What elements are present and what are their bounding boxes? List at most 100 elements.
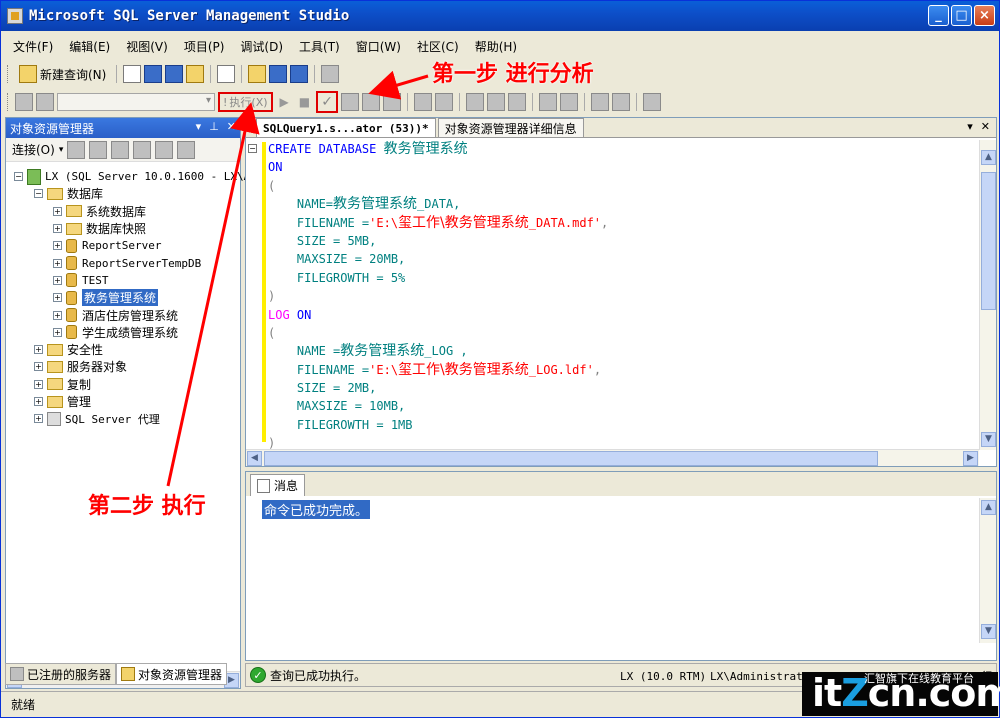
menu-project[interactable]: 项目(P)	[176, 38, 233, 55]
tab-sqlquery1[interactable]: SQLQuery1.s...ator (53))*	[256, 118, 436, 137]
uncomment-icon[interactable]	[560, 93, 579, 111]
expand-icon[interactable]: +	[34, 414, 43, 424]
tree-node-security[interactable]: + 安全性	[6, 341, 240, 358]
comment-icon[interactable]	[539, 93, 558, 111]
tree-node-system-databases[interactable]: + 系统数据库	[6, 203, 240, 220]
analysis-query-icon[interactable]	[165, 65, 184, 83]
tree-node-reportservertempdb[interactable]: + ReportServerTempDB	[6, 254, 240, 271]
tree-node-database-snapshots[interactable]: + 数据库快照	[6, 220, 240, 237]
collapse-icon[interactable]: −	[34, 189, 43, 199]
estimated-plan-icon[interactable]	[341, 93, 360, 111]
message-text[interactable]: 命令已成功完成。	[262, 500, 371, 519]
results-to-text-icon[interactable]	[466, 93, 485, 111]
scroll-down-icon[interactable]: ▼	[981, 432, 996, 447]
new-file-icon[interactable]	[123, 65, 142, 83]
tab-messages[interactable]: 消息	[250, 474, 306, 496]
expand-icon[interactable]: +	[53, 258, 62, 268]
collapse-icon[interactable]: −	[14, 172, 23, 182]
panel-dropdown-icon[interactable]: ▾	[196, 120, 202, 133]
scroll-down-icon[interactable]: ▼	[981, 624, 996, 639]
tab-registered-servers[interactable]: 已注册的服务器	[5, 663, 117, 685]
chevron-down-icon[interactable]: ▾	[59, 145, 64, 155]
database-selector[interactable]	[57, 93, 215, 111]
specify-values-icon[interactable]	[643, 93, 662, 111]
tree-node-test[interactable]: + TEST	[6, 272, 240, 289]
tab-object-explorer-details[interactable]: 对象资源管理器详细信息	[437, 118, 584, 137]
scroll-right-icon[interactable]: ▶	[963, 451, 978, 466]
tree-node-reportserver[interactable]: + ReportServer	[6, 237, 240, 254]
menu-debug[interactable]: 调试(D)	[232, 38, 291, 55]
results-to-grid-icon[interactable]	[487, 93, 506, 111]
decrease-indent-icon[interactable]	[591, 93, 610, 111]
expand-icon[interactable]: +	[53, 206, 62, 216]
change-connection-icon[interactable]	[36, 93, 54, 111]
menu-file[interactable]: 文件(F)	[5, 38, 61, 55]
expand-icon[interactable]: +	[53, 241, 62, 251]
debug-icon[interactable]: ▶	[276, 95, 293, 109]
save-all-icon[interactable]	[290, 65, 309, 83]
toolbar-grip[interactable]	[7, 93, 10, 111]
parse-button[interactable]: ✓	[316, 91, 339, 113]
tree-node-sql-agent[interactable]: + SQL Server 代理	[6, 410, 240, 427]
save-icon[interactable]	[269, 65, 288, 83]
open-file-icon[interactable]	[248, 65, 267, 83]
scroll-left-icon[interactable]: ◀	[247, 451, 262, 466]
summary-icon[interactable]	[177, 140, 196, 159]
scroll-up-icon[interactable]: ▲	[981, 500, 996, 515]
connect-server-icon[interactable]	[67, 140, 86, 159]
menu-edit[interactable]: 编辑(E)	[61, 38, 118, 55]
menu-help[interactable]: 帮助(H)	[467, 38, 525, 55]
scroll-thumb[interactable]	[264, 451, 878, 466]
editor-horizontal-scrollbar[interactable]: ◀ ▶	[246, 449, 979, 466]
connect-icon[interactable]	[15, 93, 33, 111]
results-to-file-icon[interactable]	[508, 93, 527, 111]
expand-icon[interactable]: +	[53, 224, 62, 234]
outline-collapse-icon[interactable]: −	[248, 144, 257, 153]
refresh-icon[interactable]	[155, 140, 174, 159]
client-stats-icon[interactable]	[435, 93, 454, 111]
filter-icon[interactable]	[133, 140, 152, 159]
scroll-up-icon[interactable]: ▲	[981, 150, 996, 165]
expand-icon[interactable]: +	[34, 397, 43, 406]
db-engine-query-icon[interactable]	[144, 65, 163, 83]
close-button[interactable]: ×	[974, 5, 995, 26]
expand-icon[interactable]: +	[53, 275, 62, 285]
intellisense-icon[interactable]	[383, 93, 402, 111]
toolbar-grip[interactable]	[7, 65, 10, 83]
menu-view[interactable]: 视图(V)	[118, 38, 176, 55]
execute-button[interactable]: ! 执行(X)	[218, 92, 273, 112]
pin-icon[interactable]: ⊥	[209, 120, 219, 133]
expand-icon[interactable]: +	[34, 362, 43, 372]
expand-icon[interactable]: +	[34, 345, 43, 355]
activity-monitor-icon[interactable]	[321, 65, 340, 83]
panel-close-icon[interactable]: ✕	[227, 120, 236, 133]
tree-node-hotel[interactable]: + 酒店住房管理系统	[6, 306, 240, 323]
include-plan-icon[interactable]	[414, 93, 433, 111]
connect-dropdown[interactable]: 连接(O)	[12, 141, 55, 158]
scroll-thumb[interactable]	[981, 172, 996, 310]
editor-vertical-scrollbar[interactable]: ▲ ▼	[979, 140, 996, 450]
tab-list-icon[interactable]: ▾	[967, 120, 973, 133]
dmx-query-icon[interactable]	[186, 65, 205, 83]
stop-icon[interactable]	[111, 140, 130, 159]
xml-query-icon[interactable]	[217, 65, 236, 83]
tree-node-databases[interactable]: − 数据库	[6, 185, 240, 202]
tree-node-management[interactable]: + 管理	[6, 393, 240, 410]
expand-icon[interactable]: +	[53, 293, 62, 303]
expand-icon[interactable]: +	[53, 310, 62, 320]
menu-window[interactable]: 窗口(W)	[348, 38, 409, 55]
query-designer-icon[interactable]	[362, 93, 381, 111]
expand-icon[interactable]: +	[34, 379, 43, 389]
results-vertical-scrollbar[interactable]: ▲ ▼	[979, 498, 996, 643]
tab-close-icon[interactable]: ✕	[981, 120, 990, 133]
tab-object-explorer[interactable]: 对象资源管理器	[116, 663, 228, 685]
sql-code[interactable]: CREATE DATABASE 教务管理系统 ON ( NAME=教务管理系统_…	[268, 140, 976, 450]
tree-node-server-objects[interactable]: + 服务器对象	[6, 358, 240, 375]
expand-icon[interactable]: +	[53, 327, 62, 337]
maximize-button[interactable]: □	[951, 5, 972, 26]
cancel-query-icon[interactable]: ■	[296, 95, 313, 109]
minimize-button[interactable]: _	[928, 5, 949, 26]
menu-community[interactable]: 社区(C)	[409, 38, 467, 55]
disconnect-icon[interactable]	[89, 140, 108, 159]
tree-node-jiaowu[interactable]: + 教务管理系统	[6, 289, 240, 307]
